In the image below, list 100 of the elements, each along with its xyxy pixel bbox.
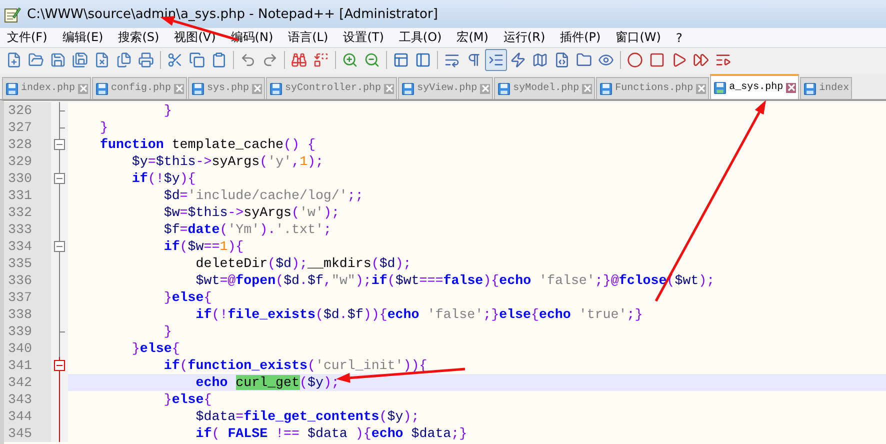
map-icon bbox=[532, 52, 548, 68]
line-number: 337 bbox=[4, 289, 51, 306]
cut-icon bbox=[167, 52, 183, 68]
fold-toggle-icon[interactable] bbox=[54, 241, 65, 252]
menu-item[interactable]: 设置(T) bbox=[336, 29, 392, 46]
line-number: 341 bbox=[4, 357, 51, 374]
stop-icon bbox=[649, 52, 665, 68]
binoculars-icon bbox=[291, 52, 307, 68]
fast-forward-icon bbox=[693, 52, 709, 68]
line-number: 342 bbox=[4, 374, 51, 391]
code-file-icon bbox=[554, 52, 570, 68]
redo-icon bbox=[262, 52, 278, 68]
record-icon bbox=[627, 52, 643, 68]
close-icon[interactable] bbox=[252, 84, 262, 94]
close-icon[interactable] bbox=[384, 84, 394, 94]
code-line: echo curl_get($y); bbox=[194, 374, 340, 391]
line-number: 335 bbox=[4, 255, 51, 272]
window-title: C:\WWW\source\admin\a_sys.php - Notepad++ [Administrator] bbox=[27, 6, 438, 22]
fold-toggle-icon[interactable] bbox=[54, 360, 65, 371]
line-number: 333 bbox=[4, 221, 51, 238]
folder-icon bbox=[576, 52, 592, 68]
window-panels-icon bbox=[393, 52, 409, 68]
zoom-in-icon bbox=[342, 52, 358, 68]
code-line: if(!$y){ bbox=[130, 170, 196, 187]
code-line: $y=$this->syArgs('y',1); bbox=[130, 153, 324, 170]
copy-icon bbox=[189, 52, 205, 68]
print-icon bbox=[138, 52, 154, 68]
play-icon bbox=[671, 52, 687, 68]
undo-icon bbox=[240, 52, 256, 68]
eye-icon bbox=[598, 52, 614, 68]
line-number: 340 bbox=[4, 340, 51, 357]
line-number: 326 bbox=[4, 102, 51, 119]
file-tab[interactable]: index bbox=[800, 77, 852, 99]
code-line: }else{ bbox=[162, 391, 212, 408]
line-number: 344 bbox=[4, 408, 51, 425]
line-number: 328 bbox=[4, 136, 51, 153]
code-line: } bbox=[162, 102, 172, 119]
close-file-icon bbox=[94, 52, 110, 68]
code-line: $d='include/cache/log/';; bbox=[162, 187, 364, 204]
pilcrow-icon bbox=[466, 52, 482, 68]
line-number: 339 bbox=[4, 323, 51, 340]
indent-guide-icon bbox=[488, 52, 504, 68]
notepad-icon bbox=[4, 6, 21, 22]
code-line: $w=$this->syArgs('w'); bbox=[162, 204, 340, 221]
new-file-icon bbox=[6, 52, 22, 68]
menu-item[interactable]: 宏(M) bbox=[450, 29, 496, 46]
menu-item[interactable]: 编辑(E) bbox=[55, 29, 112, 46]
paste-icon bbox=[211, 52, 227, 68]
toolbar-button[interactable] bbox=[485, 49, 507, 71]
menu-item[interactable]: 语言(L) bbox=[281, 29, 336, 46]
line-number: 343 bbox=[4, 391, 51, 408]
code-line: } bbox=[162, 323, 172, 340]
code-line: $data=file_get_contents($y); bbox=[194, 408, 420, 425]
file-tab[interactable]: sys.php bbox=[188, 77, 266, 99]
code-line: if(function_exists('curl_init')){ bbox=[162, 357, 428, 374]
line-number: 345 bbox=[4, 425, 51, 442]
file-tab[interactable]: config.php bbox=[92, 77, 188, 99]
file-tab[interactable]: syModel.php bbox=[494, 77, 596, 99]
file-tab[interactable]: a_sys.php bbox=[710, 74, 800, 99]
line-number: 338 bbox=[4, 306, 51, 323]
line-number: 334 bbox=[4, 238, 51, 255]
close-all-icon bbox=[116, 52, 132, 68]
menu-item[interactable]: 插件(P) bbox=[553, 29, 609, 46]
file-tab[interactable]: syView.php bbox=[398, 77, 494, 99]
playlist-icon bbox=[715, 52, 731, 68]
menu-item[interactable]: 工具(O) bbox=[392, 29, 450, 46]
file-tab[interactable]: Functions.php bbox=[596, 77, 710, 99]
close-icon[interactable] bbox=[78, 84, 88, 94]
wrap-lines-icon bbox=[444, 52, 460, 68]
close-icon[interactable] bbox=[582, 84, 592, 94]
code-line: if($w==1){ bbox=[162, 238, 244, 255]
close-icon[interactable] bbox=[174, 84, 184, 94]
save-icon bbox=[50, 52, 66, 68]
menu-item[interactable]: 运行(R) bbox=[496, 29, 554, 46]
save-all-icon bbox=[72, 52, 88, 68]
code-line: }else{ bbox=[130, 340, 180, 357]
fold-toggle-icon[interactable] bbox=[54, 139, 65, 150]
close-icon[interactable] bbox=[786, 82, 796, 92]
code-line: if(!file_exists($d.$f)){echo 'false';}else{echo 'true';} bbox=[194, 306, 643, 323]
code-line: }else{ bbox=[162, 289, 212, 306]
menu-item[interactable]: 搜索(S) bbox=[111, 29, 168, 46]
line-number: 331 bbox=[4, 187, 51, 204]
code-line: if( FALSE !== $data ){echo $data;} bbox=[194, 425, 468, 442]
menu-item[interactable]: 窗口(W) bbox=[608, 29, 669, 46]
close-icon[interactable] bbox=[696, 84, 706, 94]
line-number: 330 bbox=[4, 170, 51, 187]
code-line: } bbox=[100, 119, 108, 136]
code-line: function template_cache() { bbox=[100, 136, 316, 153]
line-number: 336 bbox=[4, 272, 51, 289]
zoom-out-icon bbox=[364, 52, 380, 68]
file-tab[interactable]: syController.php bbox=[266, 77, 398, 99]
side-panel-icon bbox=[415, 52, 431, 68]
code-line: $f=date('Ym').'.txt'; bbox=[162, 221, 332, 238]
code-line: deleteDir($d);__mkdirs($d); bbox=[194, 255, 412, 272]
close-icon[interactable] bbox=[480, 84, 490, 94]
fold-toggle-icon[interactable] bbox=[54, 173, 65, 184]
file-tab[interactable]: index.php bbox=[2, 77, 92, 99]
line-number: 327 bbox=[4, 119, 51, 136]
menu-item[interactable]: ? bbox=[668, 30, 690, 44]
menu-item[interactable]: 文件(F) bbox=[0, 29, 56, 46]
